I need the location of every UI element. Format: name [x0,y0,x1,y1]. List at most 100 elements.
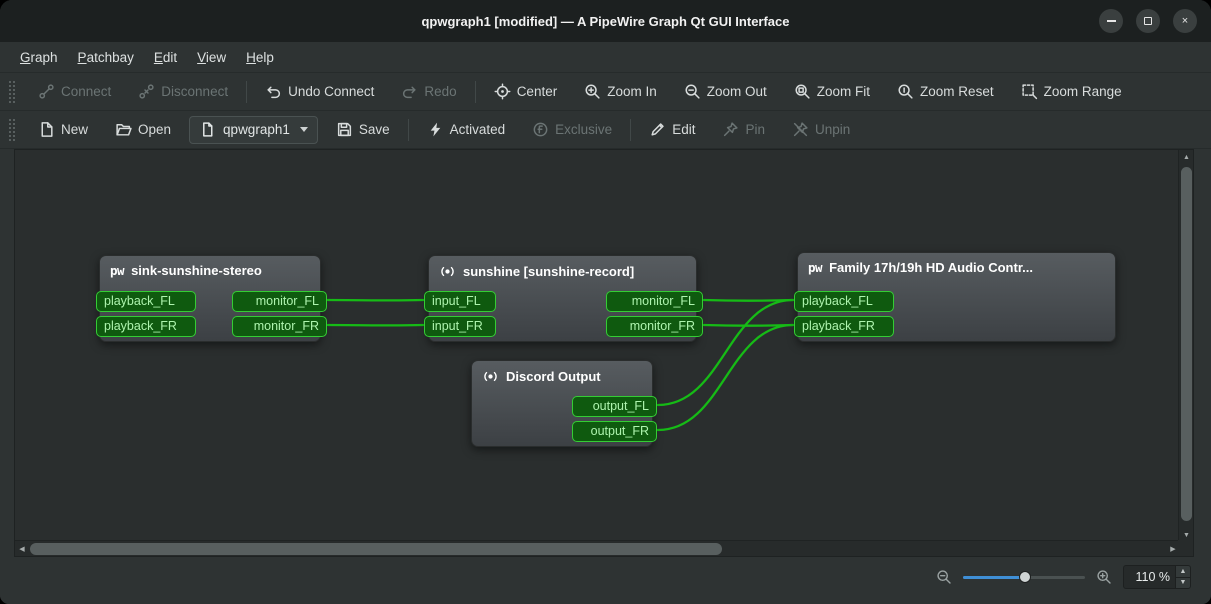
node-header: pw sink-sunshine-stereo [100,256,320,278]
center-icon [494,83,511,100]
connect-button[interactable]: Connect [29,78,120,106]
undo-connect-button[interactable]: Undo Connect [256,78,383,106]
vertical-scrollbar[interactable]: ▲ ▼ [1178,150,1193,542]
zoom-in-button[interactable]: Zoom In [575,78,666,106]
graph-node[interactable]: pw Family 17h/19h HD Audio Contr... play… [797,252,1116,342]
minimize-button[interactable] [1099,9,1123,33]
window-title: qpwgraph1 [modified] — A PipeWire Graph … [421,14,789,29]
zoom-range-button[interactable]: Zoom Range [1012,78,1131,106]
edit-pencil-icon [649,121,666,138]
zoom-in-label: Zoom In [607,84,657,99]
edit-label: Edit [672,122,695,137]
scrollbar-corner [1178,540,1193,556]
scroll-left-arrow[interactable]: ◀ [15,541,29,557]
patchbay-toolbar: New Open qpwgraph1 Save Activated Exclus… [0,111,1211,149]
save-icon [336,121,353,138]
toolbar-grip[interactable] [8,118,16,142]
redo-icon [401,83,418,100]
graph-canvas[interactable]: pw sink-sunshine-stereo playback_FL play… [15,150,1180,542]
patchbay-select-value: qpwgraph1 [223,122,290,137]
toolbar-separator [630,119,631,141]
vertical-scrollbar-thumb[interactable] [1181,167,1192,521]
toolbar-separator [246,81,247,103]
toolbar-separator [408,119,409,141]
port-output[interactable]: output_FR [572,421,657,442]
zoom-reset-button[interactable]: Zoom Reset [888,78,1003,106]
graph-node[interactable]: Discord Output output_FL output_FR [471,360,653,447]
graph-node[interactable]: sunshine [sunshine-record] input_FL inpu… [428,255,697,342]
port-input[interactable]: input_FL [424,291,496,312]
menu-patchbay[interactable]: Patchbay [68,45,144,70]
unpin-button[interactable]: Unpin [783,116,859,144]
port-input[interactable]: playback_FL [794,291,894,312]
zoom-slider[interactable] [963,565,1085,589]
zoom-out-button[interactable]: Zoom Out [675,78,776,106]
zoom-fit-label: Zoom Fit [817,84,870,99]
zoom-slider-handle[interactable] [1019,571,1031,583]
port-output[interactable]: monitor_FR [232,316,327,337]
undo-label: Undo Connect [288,84,374,99]
spin-down-button[interactable]: ▼ [1176,577,1190,589]
menu-help[interactable]: Help [236,45,284,70]
save-button[interactable]: Save [327,116,399,144]
horizontal-scrollbar[interactable]: ◀ ▶ [15,540,1180,556]
exclusive-toggle[interactable]: Exclusive [523,116,621,144]
menu-graph[interactable]: Graph [10,45,68,70]
close-icon: × [1182,15,1188,27]
activated-toggle[interactable]: Activated [418,116,515,144]
menu-edit[interactable]: Edit [144,45,187,70]
node-header: sunshine [sunshine-record] [429,256,696,280]
open-folder-icon [115,121,132,138]
activated-icon [427,121,444,138]
port-output[interactable]: monitor_FL [606,291,703,312]
zoom-fit-button[interactable]: Zoom Fit [785,78,879,106]
zoom-out-icon [684,83,701,100]
toolbar-grip[interactable] [8,80,16,104]
port-output[interactable]: output_FL [572,396,657,417]
patchbay-select[interactable]: qpwgraph1 [189,116,318,144]
zoom-slider-fill [963,576,1025,579]
titlebar[interactable]: qpwgraph1 [modified] — A PipeWire Graph … [0,0,1211,42]
spin-up-button[interactable]: ▲ [1176,566,1190,577]
pipewire-icon: pw [110,263,124,278]
spin-arrows: ▲ ▼ [1175,566,1190,588]
redo-button[interactable]: Redo [392,78,465,106]
record-icon [439,263,456,280]
horizontal-scrollbar-thumb[interactable] [30,543,722,555]
graph-node[interactable]: pw sink-sunshine-stereo playback_FL play… [99,255,321,342]
port-input[interactable]: playback_FL [96,291,196,312]
zoom-value[interactable]: 110 % [1124,566,1175,588]
pin-label: Pin [745,122,765,137]
zoom-in-icon [1096,569,1112,585]
menu-view[interactable]: View [187,45,236,70]
center-button[interactable]: Center [485,78,567,106]
node-title: Discord Output [506,369,601,384]
close-button[interactable]: × [1173,9,1197,33]
port-output[interactable]: monitor_FL [232,291,327,312]
redo-label: Redo [424,84,456,99]
open-button[interactable]: Open [106,116,180,144]
zoom-spinbox[interactable]: 110 % ▲ ▼ [1123,565,1191,589]
new-file-icon [38,121,55,138]
connect-label: Connect [61,84,111,99]
port-input[interactable]: playback_FR [794,316,894,337]
new-button[interactable]: New [29,116,97,144]
zoom-in-icon [584,83,601,100]
record-icon [482,368,499,385]
connect-icon [38,83,55,100]
disconnect-button[interactable]: Disconnect [129,78,237,106]
pin-icon [722,121,739,138]
menubar: Graph Patchbay Edit View Help [0,42,1211,73]
zoom-range-icon [1021,83,1038,100]
maximize-button[interactable] [1136,9,1160,33]
port-input[interactable]: playback_FR [96,316,196,337]
edit-toggle[interactable]: Edit [640,116,704,144]
port-input[interactable]: input_FR [424,316,496,337]
patchbay-file-icon [199,121,216,138]
pin-button[interactable]: Pin [713,116,774,144]
center-label: Center [517,84,558,99]
exclusive-icon [532,121,549,138]
window-controls: × [1099,9,1197,33]
scroll-up-arrow[interactable]: ▲ [1179,150,1194,164]
port-output[interactable]: monitor_FR [606,316,703,337]
